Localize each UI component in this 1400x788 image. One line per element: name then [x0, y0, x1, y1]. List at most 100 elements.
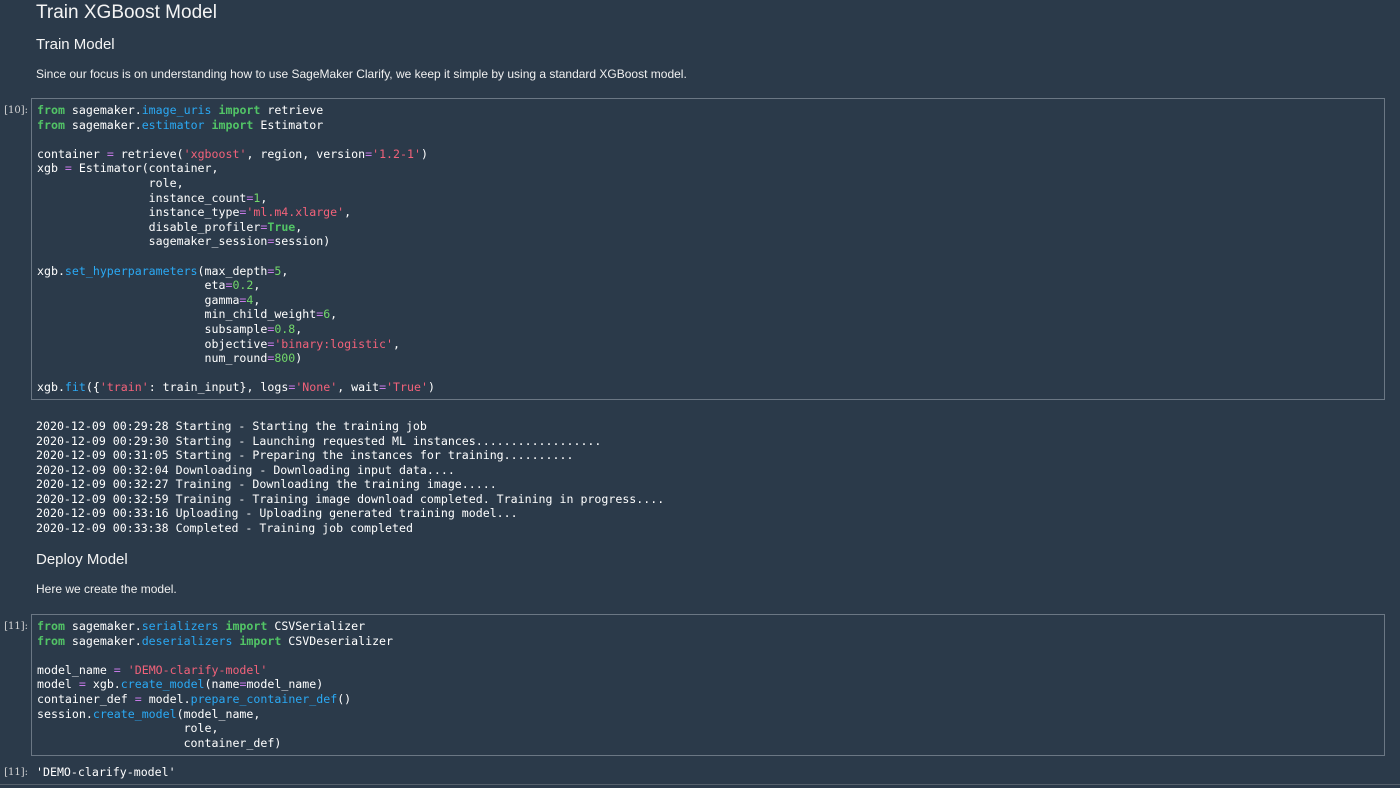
code-token: =: [134, 691, 142, 706]
cell_10-code-line: instance_type='ml.m4.xlarge',: [37, 205, 435, 220]
training-log-line: 2020-12-09 00:33:16 Uploading - Uploadin…: [36, 506, 518, 520]
code-token: =: [78, 677, 86, 692]
cell-10-prompt: [10]:: [4, 105, 28, 116]
code-token: xgb.: [85, 677, 121, 692]
cell_10-code-line: [37, 366, 435, 381]
code-token: min_child_weight: [37, 307, 317, 322]
code-token: (model_name,: [176, 706, 261, 721]
code-token: 'ml.m4.xlarge': [246, 205, 345, 220]
code-token: ,: [253, 292, 261, 307]
code-token: 'xgboost': [183, 146, 247, 161]
code-token: : train_input}, logs: [148, 380, 289, 395]
code-token: sagemaker.: [64, 619, 142, 633]
code-token: =: [64, 161, 72, 176]
training-log-line: 2020-12-09 00:31:05 Starting - Preparing…: [36, 448, 574, 462]
code-cell-11-source[interactable]: from sagemaker.serializers import CSVSer…: [37, 619, 393, 750]
code-token: ,: [260, 190, 268, 205]
cell-11-output: 'DEMO-clarify-model': [36, 765, 176, 779]
code-token: retrieve: [260, 103, 324, 117]
bottom-divider: [0, 784, 1400, 785]
cell_10-code-line: [37, 249, 435, 264]
code-token: sagemaker_session: [37, 234, 268, 249]
code-token: image_uris: [141, 103, 212, 117]
code-token: (name: [204, 677, 240, 692]
code-token: =: [106, 146, 114, 161]
cell_11-code-line: container_def = model.prepare_container_…: [37, 692, 393, 707]
code-token: xgb.: [37, 263, 65, 278]
code-token: ,: [253, 278, 261, 293]
cell_11-code-line: from sagemaker.serializers import CSVSer…: [37, 619, 393, 634]
code-token: prepare_container_def: [190, 691, 338, 706]
cell_10-code-line: xgb.fit({'train': train_input}, logs='No…: [37, 380, 435, 395]
code-token: create_model: [120, 677, 205, 692]
code-cell-10-source[interactable]: from sagemaker.image_uris import retriev…: [37, 103, 435, 395]
deploy-model-heading: Deploy Model: [36, 551, 128, 568]
cell_10-code-line: xgb.set_hyperparameters(max_depth=5,: [37, 264, 435, 279]
cell_11-code-line: container_def): [37, 736, 393, 751]
cell_11-code-line: role,: [37, 721, 393, 736]
code-token: set_hyperparameters: [64, 263, 198, 278]
code-token: sagemaker.: [64, 103, 142, 117]
code-token: disable_profiler: [37, 219, 261, 234]
cell-11-output-prompt: [11]:: [4, 767, 28, 778]
cell_10-code-line: objective='binary:logistic',: [37, 337, 435, 352]
code-token: model: [37, 677, 79, 692]
cell-11-prompt: [11]:: [4, 621, 28, 632]
code-token: CSVSerializer: [267, 619, 366, 633]
training-log-line: 2020-12-09 00:32:27 Training - Downloadi…: [36, 477, 497, 491]
train-model-description: Since our focus is on understanding how …: [36, 67, 687, 81]
code-token: container_def): [37, 735, 282, 750]
code-token: ): [295, 351, 303, 366]
code-token: sagemaker.: [64, 117, 142, 132]
training-log-line: 2020-12-09 00:32:04 Downloading - Downlo…: [36, 462, 455, 477]
code-token: import: [225, 619, 268, 633]
cell_10-code-line: from sagemaker.estimator import Estimato…: [37, 118, 435, 133]
code-token: role,: [37, 175, 184, 190]
cell_11-code-line: from sagemaker.deserializers import CSVD…: [37, 634, 393, 649]
code-token: True: [267, 219, 296, 234]
code-token: container: [37, 146, 107, 161]
code-token: model_name): [246, 677, 324, 692]
cell_11-code-line: model = xgb.create_model(name=model_name…: [37, 677, 393, 692]
code-token: import: [211, 117, 254, 132]
code-cell-10[interactable]: from sagemaker.image_uris import retriev…: [31, 98, 1385, 400]
code-token: ({: [85, 380, 100, 395]
code-token: num_round: [37, 351, 268, 366]
train-model-heading: Train Model: [36, 36, 115, 53]
code-token: =: [113, 662, 121, 677]
code-token: from: [37, 619, 65, 633]
cell_10-code-line: subsample=0.8,: [37, 322, 435, 337]
code-token: instance_count: [37, 190, 247, 205]
cell_11-code-line: [37, 648, 393, 663]
code-token: eta: [37, 278, 226, 293]
code-token: retrieve(: [113, 146, 184, 161]
cell_10-code-line: num_round=800): [37, 351, 435, 366]
training-log-line: 2020-12-09 00:32:59 Training - Training …: [36, 491, 665, 506]
code-token: CSVDeserializer: [281, 633, 394, 648]
code-token: 'binary:logistic': [274, 336, 393, 351]
code-token: 'DEMO-clarify-model': [127, 662, 268, 677]
code-token: objective: [37, 336, 268, 351]
code-token: create_model: [92, 706, 177, 721]
cell_10-code-line: disable_profiler=True,: [37, 220, 435, 235]
code-token: 0.8: [274, 321, 296, 336]
code-token: 'True': [386, 380, 428, 395]
code-token: gamma: [37, 292, 240, 307]
cell_11-code-line: session.create_model(model_name,: [37, 707, 393, 722]
code-token: fit: [64, 380, 86, 395]
cell-10-output: 2020-12-09 00:29:28 Starting - Starting …: [36, 419, 664, 535]
code-token: Estimator: [253, 117, 324, 132]
cell_10-code-line: gamma=4,: [37, 293, 435, 308]
code-token: model_name: [37, 662, 114, 677]
code-token: ,: [393, 336, 400, 351]
code-token: session.: [37, 706, 93, 721]
code-token: xgb.: [37, 380, 65, 395]
training-log-line: 2020-12-09 00:33:38 Completed - Training…: [36, 520, 413, 535]
code-token: (max_depth: [197, 263, 268, 278]
code-token: container_def: [37, 691, 135, 706]
code-cell-11[interactable]: from sagemaker.serializers import CSVSer…: [31, 614, 1385, 756]
code-token: ,: [330, 307, 338, 322]
code-token: (): [337, 691, 352, 706]
